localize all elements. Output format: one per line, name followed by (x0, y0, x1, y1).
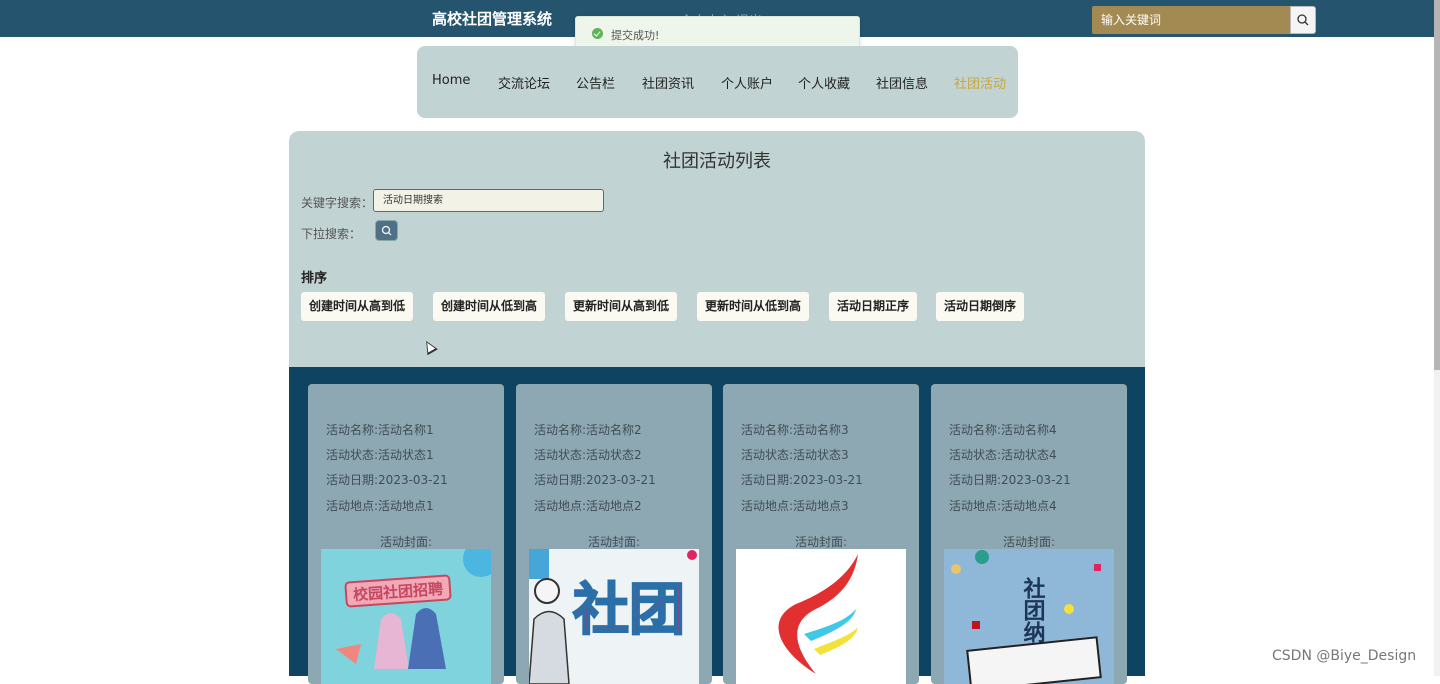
activity-card[interactable]: 活动名称:活动名称3 活动状态:活动状态3 活动日期:2023-03-21 活动… (723, 384, 919, 684)
cover-image[interactable]: 校园社团招聘 (321, 549, 491, 684)
cover-label: 活动封面: (1002, 535, 1056, 549)
cover-image[interactable]: 社团 (529, 549, 699, 684)
activity-status: 活动状态:活动状态1 (326, 448, 434, 462)
activity-name: 活动名称:活动名称3 (741, 423, 849, 437)
activity-date: 活动日期:2023-03-21 (534, 473, 656, 487)
nav-club-info[interactable]: 社团信息 (876, 73, 928, 92)
keyword-search-input[interactable]: 活动日期搜索 (373, 189, 604, 212)
nav-club-activity[interactable]: 社团活动 (954, 73, 1006, 92)
cover-image[interactable] (736, 549, 906, 684)
page-title: 社团活动列表 (663, 151, 771, 172)
activity-card[interactable]: 活动名称:活动名称4 活动状态:活动状态4 活动日期:2023-03-21 活动… (931, 384, 1127, 684)
cover-image[interactable]: 社团纳新 (944, 549, 1114, 684)
sort-title: 排序 (301, 271, 328, 286)
nav-news[interactable]: 社团资讯 (642, 73, 694, 92)
watermark: CSDN @Biye_Design (1272, 648, 1417, 664)
sort-created-asc-button[interactable]: 创建时间从低到高 (433, 292, 546, 321)
search-icon (381, 225, 392, 236)
main-nav: Home 交流论坛 公告栏 社团资讯 个人账户 个人收藏 社团信息 社团活动 (417, 46, 1018, 118)
activity-name: 活动名称:活动名称2 (534, 423, 642, 437)
cover-label: 活动封面: (379, 535, 433, 549)
cover-text: 社团 (573, 578, 685, 643)
sort-date-asc-button[interactable]: 活动日期正序 (829, 292, 918, 321)
cover-label: 活动封面: (794, 535, 848, 549)
search-icon (1297, 14, 1309, 26)
activity-place: 活动地点:活动地点1 (326, 499, 434, 513)
search-input[interactable]: 输入关键词 (1092, 6, 1290, 34)
activity-name: 活动名称:活动名称4 (949, 423, 1057, 437)
sort-created-desc-button[interactable]: 创建时间从高到低 (301, 292, 414, 321)
activity-status: 活动状态:活动状态2 (534, 448, 642, 462)
toast-message: 提交成功! (611, 29, 660, 42)
activity-place: 活动地点:活动地点2 (534, 499, 642, 513)
dropdown-label: 下拉搜索： (301, 227, 362, 241)
cover-label: 活动封面: (587, 535, 641, 549)
sort-updated-asc-button[interactable]: 更新时间从低到高 (697, 292, 810, 321)
scrollbar-thumb[interactable] (1434, 0, 1440, 370)
activity-card[interactable]: 活动名称:活动名称1 活动状态:活动状态1 活动日期:2023-03-21 活动… (308, 384, 504, 684)
activity-place: 活动地点:活动地点3 (741, 499, 849, 513)
check-circle-icon (592, 28, 603, 39)
sort-updated-desc-button[interactable]: 更新时间从高到低 (565, 292, 678, 321)
activity-list: 活动名称:活动名称1 活动状态:活动状态1 活动日期:2023-03-21 活动… (289, 367, 1145, 684)
search-button[interactable] (1290, 6, 1316, 34)
scrollbar[interactable] (1434, 0, 1440, 676)
nav-favorites[interactable]: 个人收藏 (798, 73, 850, 92)
site-title: 高校社团管理系统 (432, 10, 553, 28)
nav-notice[interactable]: 公告栏 (576, 73, 615, 92)
nav-home[interactable]: Home (432, 73, 470, 88)
nav-forum[interactable]: 交流论坛 (498, 73, 550, 92)
activity-date: 活动日期:2023-03-21 (741, 473, 863, 487)
activity-panel: 社团活动列表 关键字搜索： 活动日期搜索 下拉搜索： 排序 创建时间从高到低 创… (289, 131, 1145, 367)
sort-date-desc-button[interactable]: 活动日期倒序 (936, 292, 1025, 321)
activity-status: 活动状态:活动状态4 (949, 448, 1057, 462)
activity-card[interactable]: 活动名称:活动名称2 活动状态:活动状态2 活动日期:2023-03-21 活动… (516, 384, 712, 684)
keyword-label: 关键字搜索： (301, 196, 374, 210)
nav-account[interactable]: 个人账户 (721, 73, 773, 92)
activity-place: 活动地点:活动地点4 (949, 499, 1057, 513)
activity-date: 活动日期:2023-03-21 (326, 473, 448, 487)
activity-date: 活动日期:2023-03-21 (949, 473, 1071, 487)
activity-name: 活动名称:活动名称1 (326, 423, 434, 437)
panel-search-button[interactable] (375, 220, 398, 241)
activity-status: 活动状态:活动状态3 (741, 448, 849, 462)
